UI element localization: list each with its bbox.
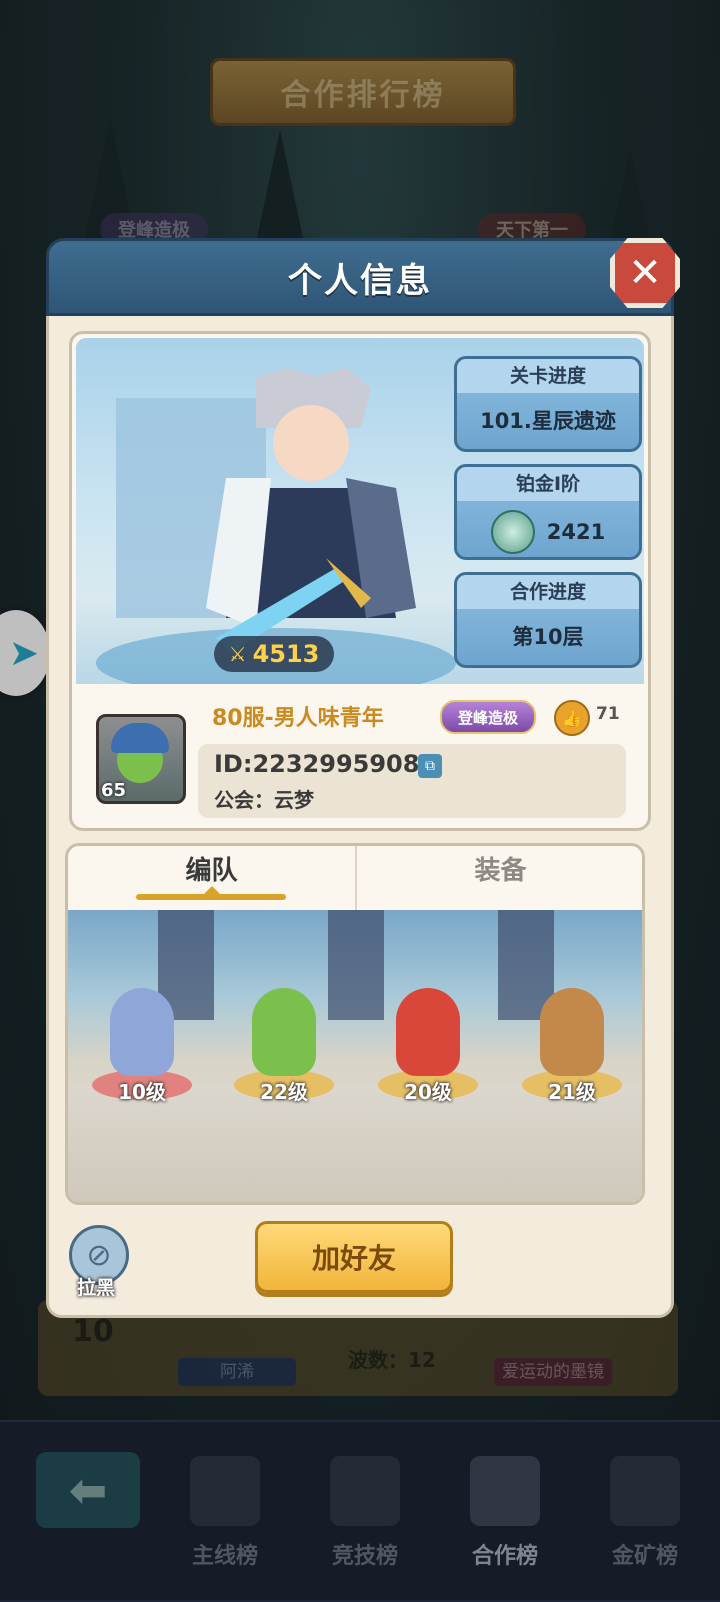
coop-progress-value: 第10层 [512,625,584,649]
like-count: 71 [596,704,620,724]
hero-sprite [396,988,460,1076]
hero-level: 21级 [548,1080,596,1104]
add-friend-button[interactable]: 加好友 [255,1221,453,1293]
avatar-helmet [111,723,169,753]
active-tab-indicator [136,894,286,900]
hero-card: ⚔ 4513 关卡进度 101.星辰遗迹 铂金I阶 2421 合作进度 第10层… [69,331,651,831]
rank-title: 铂金I阶 [457,467,639,501]
team-hero-2[interactable]: 22级 [224,970,344,1120]
hero-figure [206,368,416,653]
close-button[interactable]: ✕ [610,238,680,308]
modal-header: 个人信息 [46,238,674,316]
id-box: ID:2232995908 ⧉ 公会：云梦 [198,744,626,818]
platinum-rank-icon [490,510,535,554]
modal-title: 个人信息 [288,260,432,301]
rank-box: 铂金I阶 2421 [454,464,642,560]
stage-progress-value: 101.星辰遗迹 [480,409,616,433]
hero-sprite [540,988,604,1076]
active-tab-arrow [204,886,220,894]
close-icon: ✕ [628,250,662,296]
formation-arena: 10级 22级 20级 21级 [68,910,642,1202]
block-icon: ⊘ [86,1237,112,1273]
rank-value: 2421 [546,520,606,544]
team-card: 编队 装备 10级 22级 20级 21级 [65,843,645,1205]
player-info-modal: ⚔ 4513 关卡进度 101.星辰遗迹 铂金I阶 2421 合作进度 第10层… [46,238,680,1318]
thumbs-up-icon[interactable]: 👍 [554,700,590,736]
copy-id-icon[interactable]: ⧉ [418,754,442,778]
player-guild: 公会：云梦 [214,788,314,812]
coop-progress-title: 合作进度 [457,575,639,609]
team-hero-1[interactable]: 10级 [82,970,202,1120]
hero-showcase: ⚔ 4513 关卡进度 101.星辰遗迹 铂金I阶 2421 合作进度 第10层 [76,338,644,684]
power-value: 4513 [252,640,320,668]
hero-sprite [110,988,174,1076]
team-hero-4[interactable]: 21级 [512,970,632,1120]
player-id: ID:2232995908 [214,750,420,778]
block-label: 拉黑 [77,1277,116,1299]
hero-sprite [252,988,316,1076]
sword-icon: ⚔ [228,642,247,666]
add-friend-label: 加好友 [311,1242,396,1275]
tab-bar: 编队 装备 [68,846,642,910]
player-level: 65 [101,780,127,801]
player-name: 80服-男人味青年 [212,706,384,731]
hero-level: 10级 [118,1080,166,1104]
coop-progress-box: 合作进度 第10层 [454,572,642,668]
hero-level: 22级 [260,1080,308,1104]
power-tag: ⚔ 4513 [214,636,334,672]
tab-formation[interactable]: 编队 [68,846,355,910]
modal-body: ⚔ 4513 关卡进度 101.星辰遗迹 铂金I阶 2421 合作进度 第10层… [46,312,674,1318]
player-info-row: 65 80服-男人味青年 登峰造极 👍 71 ID:2232995908 ⧉ 公… [76,686,644,824]
player-avatar[interactable]: 65 [96,714,186,804]
stage-progress-title: 关卡进度 [457,359,639,393]
stage-progress-box: 关卡进度 101.星辰遗迹 [454,356,642,452]
hero-level: 20级 [404,1080,452,1104]
team-hero-3[interactable]: 20级 [368,970,488,1120]
player-title-badge: 登峰造极 [440,700,536,734]
tab-equipment[interactable]: 装备 [355,846,642,910]
